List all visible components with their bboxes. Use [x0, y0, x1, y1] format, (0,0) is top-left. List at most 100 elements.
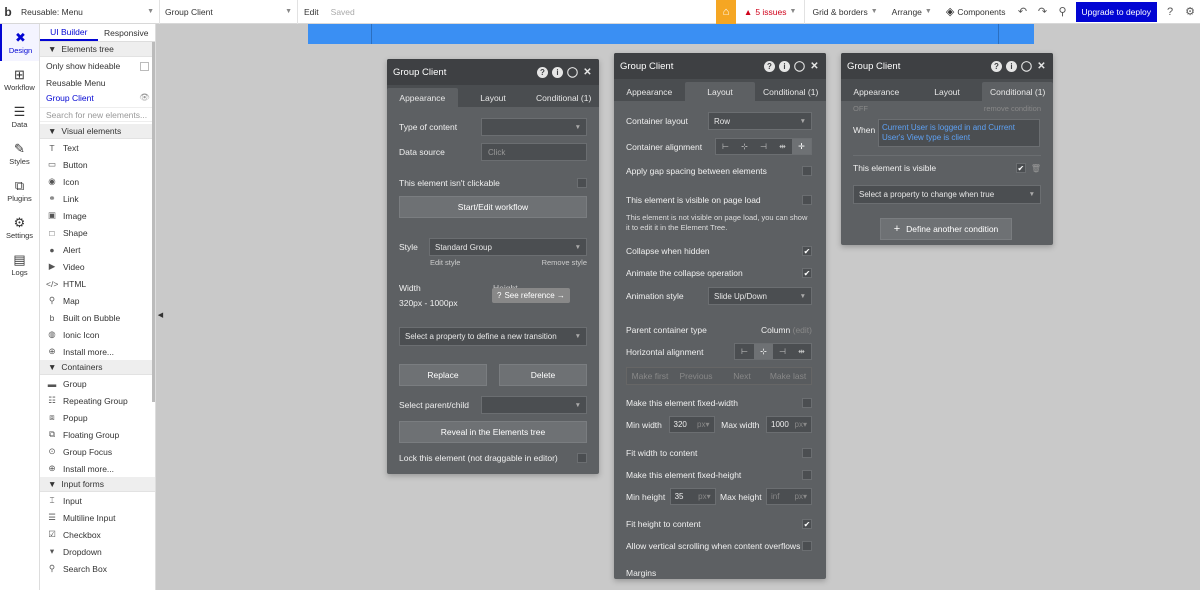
- list-item[interactable]: ⊙ Group Focus: [40, 443, 155, 460]
- rail-item-data[interactable]: ☰ Data: [0, 98, 39, 135]
- replace-button[interactable]: Replace: [399, 364, 487, 386]
- next-button[interactable]: Next: [719, 368, 765, 384]
- info-icon[interactable]: i: [1006, 60, 1017, 72]
- list-item[interactable]: ⊕ Install more...: [40, 460, 155, 477]
- rail-item-settings[interactable]: ⚙ Settings: [0, 209, 39, 246]
- comment-icon[interactable]: ◯: [794, 61, 805, 72]
- issues-button[interactable]: ▲ 5 issues ▼: [736, 0, 806, 24]
- arrange-menu[interactable]: Arrange ▼: [885, 0, 939, 24]
- list-item[interactable]: ☑ Checkbox: [40, 526, 155, 543]
- max-width-input[interactable]: 1000 px▾: [766, 416, 812, 433]
- list-item[interactable]: ▣ Image: [40, 207, 155, 224]
- see-reference-tooltip[interactable]: ? See reference →: [492, 288, 570, 303]
- info-icon[interactable]: i: [552, 66, 563, 78]
- help-icon[interactable]: ?: [991, 60, 1002, 72]
- align-right-icon[interactable]: ⊣: [773, 344, 792, 359]
- collapse-panel-icon[interactable]: ◀: [157, 308, 164, 322]
- condition-expression[interactable]: Current User is logged in and Current Us…: [878, 119, 1040, 147]
- fit-height-checkbox[interactable]: ✔: [802, 519, 812, 529]
- select-parent-select[interactable]: ▼: [481, 396, 587, 414]
- list-item[interactable]: ⚲ Map: [40, 292, 155, 309]
- comment-icon[interactable]: ◯: [1021, 61, 1032, 72]
- rail-item-styles[interactable]: ✎ Styles: [0, 135, 39, 172]
- list-item[interactable]: </> HTML: [40, 275, 155, 292]
- tab-responsive[interactable]: Responsive: [98, 24, 156, 41]
- visible-on-load-checkbox[interactable]: [802, 195, 812, 205]
- tab-conditional[interactable]: Conditional (1): [755, 82, 826, 101]
- container-layout-select[interactable]: Row ▼: [708, 112, 812, 130]
- page-select[interactable]: Reusable: Menu ▼: [16, 0, 160, 24]
- close-icon[interactable]: ✕: [1036, 61, 1047, 72]
- condition-off-toggle[interactable]: OFF: [853, 104, 868, 113]
- list-item[interactable]: ☷ Repeating Group: [40, 392, 155, 409]
- help-icon[interactable]: ?: [1160, 0, 1180, 24]
- list-item[interactable]: ⚭ Link: [40, 190, 155, 207]
- list-item[interactable]: ◉ Icon: [40, 173, 155, 190]
- list-item[interactable]: ▬ Group: [40, 375, 155, 392]
- parent-type-edit-link[interactable]: (edit): [793, 325, 812, 335]
- list-item[interactable]: T Text: [40, 139, 155, 156]
- panel-header[interactable]: Group Client ? i ◯ ✕: [387, 59, 599, 85]
- elements-tree-header[interactable]: ▼ Elements tree: [40, 42, 155, 57]
- align-right-icon[interactable]: ⊣: [754, 139, 773, 154]
- data-source-input[interactable]: Click: [481, 143, 587, 161]
- tab-ui-builder[interactable]: UI Builder: [40, 24, 98, 41]
- lock-element-checkbox[interactable]: [577, 453, 587, 463]
- edit-style-link[interactable]: Edit style: [430, 258, 460, 267]
- fixed-height-checkbox[interactable]: [802, 470, 812, 480]
- close-icon[interactable]: ✕: [582, 67, 593, 78]
- help-icon[interactable]: ?: [537, 66, 548, 78]
- search-icon[interactable]: ⚲: [1053, 0, 1073, 24]
- tab-layout[interactable]: Layout: [458, 88, 529, 107]
- unit-select[interactable]: px▾: [698, 492, 710, 501]
- style-select[interactable]: Standard Group ▼: [429, 238, 587, 256]
- element-search-input[interactable]: Search for new elements...: [40, 107, 155, 122]
- max-height-input[interactable]: inf px▾: [765, 488, 812, 505]
- rail-item-workflow[interactable]: ⊞ Workflow: [0, 61, 39, 98]
- unit-select[interactable]: px▾: [795, 492, 807, 501]
- define-condition-button[interactable]: + Define another condition: [880, 218, 1012, 240]
- align-stretch-icon[interactable]: ⇹: [792, 344, 811, 359]
- upgrade-deploy-button[interactable]: Upgrade to deploy: [1075, 1, 1157, 22]
- element-select[interactable]: Group Client ▼: [160, 0, 298, 24]
- tab-appearance[interactable]: Appearance: [387, 88, 458, 107]
- list-item[interactable]: ⊕ Install more...: [40, 343, 155, 360]
- vertical-scroll-checkbox[interactable]: [802, 541, 812, 551]
- tab-conditional[interactable]: Conditional (1): [528, 88, 599, 107]
- list-item[interactable]: ⧉ Floating Group: [40, 426, 155, 443]
- align-center-icon[interactable]: ⊹: [754, 344, 773, 359]
- list-item[interactable]: □ Shape: [40, 224, 155, 241]
- list-item[interactable]: ⧈ Popup: [40, 409, 155, 426]
- comment-icon[interactable]: ◯: [567, 67, 578, 78]
- gap-spacing-checkbox[interactable]: [802, 166, 812, 176]
- panel-header[interactable]: Group Client ? i ◯ ✕: [841, 53, 1053, 79]
- list-item[interactable]: ● Alert: [40, 241, 155, 258]
- tab-conditional[interactable]: Conditional (1): [982, 82, 1053, 101]
- panel-header[interactable]: Group Client ? i ◯ ✕: [614, 53, 826, 79]
- tab-layout[interactable]: Layout: [684, 82, 756, 101]
- tab-appearance[interactable]: Appearance: [841, 82, 912, 101]
- type-of-content-select[interactable]: ▼: [481, 118, 587, 136]
- list-item[interactable]: ☰ Multiline Input: [40, 509, 155, 526]
- tree-item-reusable-menu[interactable]: Reusable Menu: [40, 75, 155, 90]
- start-edit-workflow-button[interactable]: Start/Edit workflow: [399, 196, 587, 218]
- property-change-select[interactable]: Select a property to change when true ▼: [853, 185, 1041, 204]
- animate-collapse-checkbox[interactable]: ✔: [802, 268, 812, 278]
- reveal-elements-tree-button[interactable]: Reveal in the Elements tree: [399, 421, 587, 443]
- visual-elements-header[interactable]: ▼ Visual elements: [40, 124, 155, 139]
- tree-item-group-client[interactable]: Group Client 👁: [40, 90, 155, 105]
- list-item[interactable]: ⚲ Search Box: [40, 560, 155, 577]
- tab-layout[interactable]: Layout: [912, 82, 983, 101]
- align-left-icon[interactable]: ⊢: [735, 344, 754, 359]
- list-item[interactable]: b Built on Bubble: [40, 309, 155, 326]
- elements-scrollbar[interactable]: [152, 42, 155, 402]
- info-icon[interactable]: i: [779, 60, 790, 72]
- redo-icon[interactable]: ↷: [1033, 0, 1053, 24]
- components-button[interactable]: ◈ Components: [939, 0, 1013, 24]
- containers-header[interactable]: ▼ Containers: [40, 360, 155, 375]
- make-last-button[interactable]: Make last: [765, 368, 811, 384]
- list-item[interactable]: ◍ Ionic Icon: [40, 326, 155, 343]
- list-item[interactable]: ⌶ Input: [40, 492, 155, 509]
- previous-button[interactable]: Previous: [673, 368, 719, 384]
- edit-mode-label[interactable]: Edit: [298, 7, 325, 17]
